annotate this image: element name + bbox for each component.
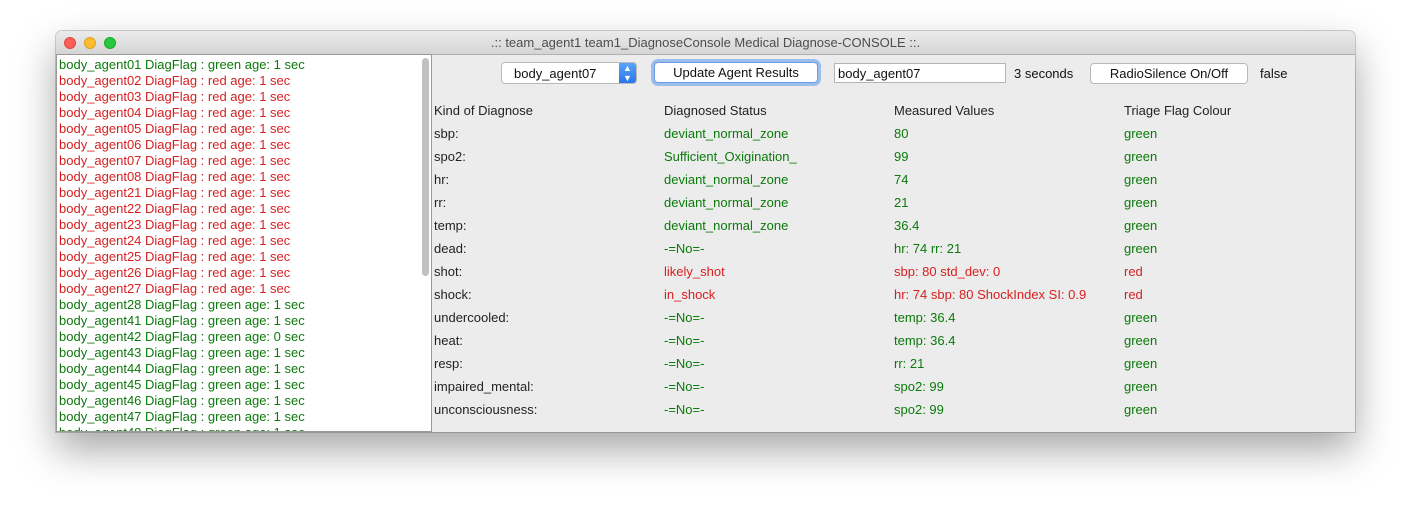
log-entry[interactable]: body_agent05 DiagFlag : red age: 1 sec bbox=[59, 121, 305, 137]
diagnose-kind-cell: sbp: bbox=[434, 126, 459, 141]
agent-select-value: body_agent07 bbox=[514, 66, 597, 81]
agent-name-field[interactable]: body_agent07 bbox=[834, 63, 1006, 83]
triage-flag-cell: green bbox=[1124, 126, 1158, 141]
measured-values-cell: sbp: 80 std_dev: 0 bbox=[894, 264, 1001, 279]
diagnose-kind-cell: rr: bbox=[434, 195, 447, 210]
diagnosed-status-cell: -=No=- bbox=[664, 310, 705, 325]
triage-flag-cell: green bbox=[1124, 172, 1158, 187]
diagnosed-status-cell: -=No=- bbox=[664, 379, 705, 394]
diagnose-kind-cell: shock: bbox=[434, 287, 472, 302]
measured-values-cell: temp: 36.4 bbox=[894, 333, 956, 348]
measured-values-cell: rr: 21 bbox=[894, 356, 925, 371]
measured-values-cell: spo2: 99 bbox=[894, 402, 944, 417]
measured-values-cell: 99 bbox=[894, 149, 909, 164]
diagnosed-status-cell: Sufficient_Oxigination_ bbox=[664, 149, 797, 164]
log-entry[interactable]: body_agent25 DiagFlag : red age: 1 sec bbox=[59, 249, 305, 265]
diagnosed-status-cell: deviant_normal_zone bbox=[664, 126, 789, 141]
log-entry[interactable]: body_agent27 DiagFlag : red age: 1 sec bbox=[59, 281, 305, 297]
log-entry[interactable]: body_agent42 DiagFlag : green age: 0 sec bbox=[59, 329, 305, 345]
diagnose-kind-cell: impaired_mental: bbox=[434, 379, 534, 394]
diagnose-kind-cell: heat: bbox=[434, 333, 463, 348]
log-scrollbar[interactable] bbox=[422, 58, 429, 276]
measured-values-cell: temp: 36.4 bbox=[894, 310, 956, 325]
log-entry[interactable]: body_agent47 DiagFlag : green age: 1 sec bbox=[59, 409, 305, 425]
header-flag: Triage Flag Colour bbox=[1124, 103, 1232, 118]
log-entry[interactable]: body_agent01 DiagFlag : green age: 1 sec bbox=[59, 57, 305, 73]
triage-flag-cell: green bbox=[1124, 333, 1158, 348]
measured-values-cell: hr: 74 rr: 21 bbox=[894, 241, 962, 256]
triage-flag-cell: green bbox=[1124, 379, 1158, 394]
measured-values-cell: spo2: 99 bbox=[894, 379, 944, 394]
radio-silence-toggle-button[interactable]: RadioSilence On/Off bbox=[1090, 63, 1248, 84]
measured-values-cell: hr: 74 sbp: 80 ShockIndex SI: 0.9 bbox=[894, 287, 1087, 302]
triage-flag-cell: red bbox=[1124, 287, 1143, 302]
diagnosed-status-cell: -=No=- bbox=[664, 402, 705, 417]
radio-silence-state: false bbox=[1260, 66, 1288, 81]
log-entry[interactable]: body_agent44 DiagFlag : green age: 1 sec bbox=[59, 361, 305, 377]
diagnose-kind-cell: undercooled: bbox=[434, 310, 510, 325]
log-entry[interactable]: body_agent08 DiagFlag : red age: 1 sec bbox=[59, 169, 305, 185]
log-entry[interactable]: body_agent41 DiagFlag : green age: 1 sec bbox=[59, 313, 305, 329]
diagnose-kind-cell: resp: bbox=[434, 356, 463, 371]
triage-flag-cell: green bbox=[1124, 241, 1158, 256]
diagnose-kind-cell: unconsciousness: bbox=[434, 402, 538, 417]
triage-flag-cell: green bbox=[1124, 218, 1158, 233]
diagnosed-status-cell: -=No=- bbox=[664, 241, 705, 256]
log-entry[interactable]: body_agent43 DiagFlag : green age: 1 sec bbox=[59, 345, 305, 361]
window-title: .:: team_agent1 team1_DiagnoseConsole Me… bbox=[490, 35, 921, 50]
agent-select[interactable]: body_agent07 ▲ ▼ bbox=[501, 62, 637, 84]
agent-log-list: body_agent01 DiagFlag : green age: 1 sec… bbox=[59, 57, 305, 431]
triage-flag-cell: red bbox=[1124, 264, 1143, 279]
log-entry[interactable]: body_agent22 DiagFlag : red age: 1 sec bbox=[59, 201, 305, 217]
diagnose-kind-cell: spo2: bbox=[434, 149, 466, 164]
diagnosed-status-cell: deviant_normal_zone bbox=[664, 218, 789, 233]
title-bar[interactable]: .:: team_agent1 team1_DiagnoseConsole Me… bbox=[56, 31, 1355, 55]
log-entry[interactable]: body_agent24 DiagFlag : red age: 1 sec bbox=[59, 233, 305, 249]
triage-flag-cell: green bbox=[1124, 356, 1158, 371]
log-entry[interactable]: body_agent28 DiagFlag : green age: 1 sec bbox=[59, 297, 305, 313]
log-entry[interactable]: body_agent02 DiagFlag : red age: 1 sec bbox=[59, 73, 305, 89]
diagnose-kind-cell: dead: bbox=[434, 241, 467, 256]
log-entry[interactable]: body_agent06 DiagFlag : red age: 1 sec bbox=[59, 137, 305, 153]
log-entry[interactable]: body_agent48 DiagFlag : green age: 1 sec bbox=[59, 425, 305, 431]
log-entry[interactable]: body_agent26 DiagFlag : red age: 1 sec bbox=[59, 265, 305, 281]
measured-values-cell: 36.4 bbox=[894, 218, 920, 233]
header-kind: Kind of Diagnose bbox=[434, 103, 534, 118]
log-entry[interactable]: body_agent46 DiagFlag : green age: 1 sec bbox=[59, 393, 305, 409]
log-entry[interactable]: body_agent07 DiagFlag : red age: 1 sec bbox=[59, 153, 305, 169]
diagnosed-status-cell: -=No=- bbox=[664, 333, 705, 348]
agent-log-panel[interactable]: body_agent01 DiagFlag : green age: 1 sec… bbox=[56, 54, 432, 432]
diagnosed-status-cell: deviant_normal_zone bbox=[664, 172, 789, 187]
log-entry[interactable]: body_agent21 DiagFlag : red age: 1 sec bbox=[59, 185, 305, 201]
measured-values-cell: 80 bbox=[894, 126, 909, 141]
update-agent-results-button[interactable]: Update Agent Results bbox=[654, 62, 818, 83]
triage-flag-cell: green bbox=[1124, 149, 1158, 164]
triage-flag-cell: green bbox=[1124, 195, 1158, 210]
diagnosed-status-cell: deviant_normal_zone bbox=[664, 195, 789, 210]
diagnose-kind-cell: hr: bbox=[434, 172, 450, 187]
diagnose-console-window: .:: team_agent1 team1_DiagnoseConsole Me… bbox=[56, 31, 1355, 432]
log-entry[interactable]: body_agent04 DiagFlag : red age: 1 sec bbox=[59, 105, 305, 121]
header-status: Diagnosed Status bbox=[664, 103, 767, 118]
header-values: Measured Values bbox=[894, 103, 995, 118]
triage-flag-cell: green bbox=[1124, 310, 1158, 325]
triage-flag-cell: green bbox=[1124, 402, 1158, 417]
interval-label: 3 seconds bbox=[1014, 66, 1074, 81]
diagnosed-status-cell: likely_shot bbox=[664, 264, 725, 279]
diagnose-kind-cell: shot: bbox=[434, 264, 463, 279]
measured-values-cell: 74 bbox=[894, 172, 909, 187]
log-entry[interactable]: body_agent23 DiagFlag : red age: 1 sec bbox=[59, 217, 305, 233]
measured-values-cell: 21 bbox=[894, 195, 909, 210]
log-entry[interactable]: body_agent45 DiagFlag : green age: 1 sec bbox=[59, 377, 305, 393]
diagnose-kind-cell: temp: bbox=[434, 218, 467, 233]
log-entry[interactable]: body_agent03 DiagFlag : red age: 1 sec bbox=[59, 89, 305, 105]
updown-chevron-icon: ▲ ▼ bbox=[619, 63, 636, 83]
diagnosed-status-cell: in_shock bbox=[664, 287, 716, 302]
diagnosed-status-cell: -=No=- bbox=[664, 356, 705, 371]
